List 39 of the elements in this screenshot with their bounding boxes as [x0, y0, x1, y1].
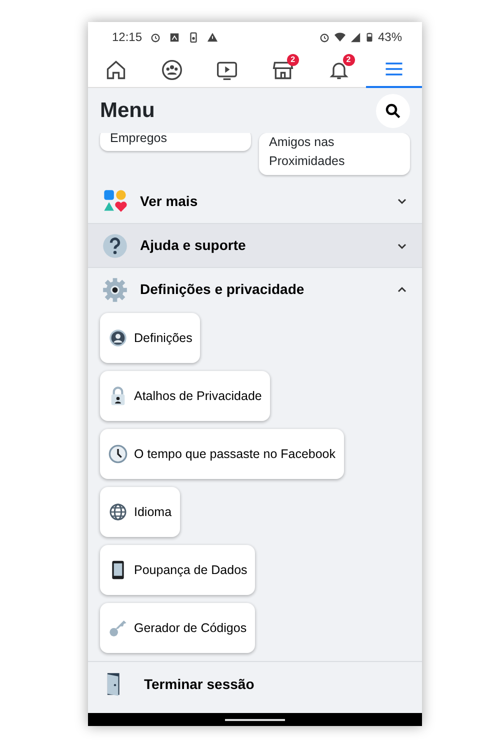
shapes-icon: [102, 188, 128, 214]
question-icon: [102, 232, 128, 258]
profile-icon: [108, 328, 128, 348]
wifi-icon: [334, 31, 346, 43]
search-button[interactable]: [376, 94, 410, 128]
settings-item[interactable]: Definições: [100, 313, 200, 363]
count-badge: 2: [342, 54, 355, 66]
key-icon: [108, 618, 128, 638]
shortcut-card[interactable]: Amigos nas Proximidades: [259, 133, 410, 175]
section-row[interactable]: Definições e privacidade: [88, 267, 422, 311]
gear-icon: [102, 276, 128, 302]
home-indicator: [225, 718, 285, 720]
settings-item[interactable]: O tempo que passaste no Facebook: [100, 429, 344, 479]
settings-item[interactable]: Idioma: [100, 487, 180, 537]
settings-item[interactable]: Atalhos de Privacidade: [100, 371, 270, 421]
store-tab[interactable]: 2: [255, 52, 311, 88]
house-icon: [104, 59, 127, 81]
clock-icon: [108, 444, 128, 464]
menu-title: Menu: [100, 98, 155, 124]
section-row[interactable]: Ver mais: [88, 179, 422, 223]
battery-icon: [364, 31, 374, 43]
count-badge: 2: [286, 54, 299, 66]
battery-percentage: 43%: [378, 29, 402, 46]
image-icon: [169, 32, 180, 42]
settings-item[interactable]: Gerador de Códigos: [100, 603, 255, 653]
globe-icon: [108, 502, 128, 522]
notifications-tab[interactable]: 2: [310, 52, 366, 88]
logout-row[interactable]: Terminar sessão: [88, 661, 422, 706]
play-icon: [216, 59, 238, 81]
signal-icon: [350, 32, 361, 42]
warning-icon: [207, 32, 218, 42]
speaker-icon: [188, 32, 200, 42]
shortcut-card[interactable]: Empregos: [100, 133, 251, 151]
alarm-icon: [318, 32, 330, 42]
status-time: 12:15: [112, 29, 142, 46]
settings-item[interactable]: Poupança de Dados: [100, 545, 256, 595]
section-row[interactable]: Ajuda e suporte: [88, 223, 422, 267]
alarm-icon: [150, 32, 162, 42]
search-icon: [384, 102, 402, 120]
